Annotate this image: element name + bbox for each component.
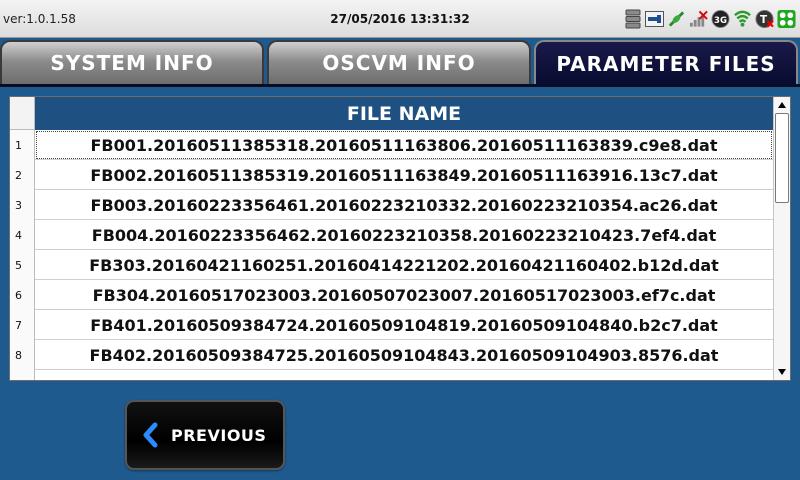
table-row-partial[interactable]: [10, 370, 773, 380]
file-table: FILE NAME 1 FB001.20160511385318.2016051…: [9, 96, 791, 381]
row-number: 2: [10, 160, 35, 190]
file-name-cell[interactable]: FB001.20160511385318.20160511163806.2016…: [35, 130, 773, 160]
table-row[interactable]: 7 FB401.20160509384724.20160509104819.20…: [10, 310, 773, 340]
chevron-left-icon: [143, 422, 158, 448]
file-name-cell[interactable]: FB303.20160421160251.20160414221202.2016…: [35, 250, 773, 280]
svg-text:3G: 3G: [714, 16, 727, 26]
status-icons: 3G T: [623, 7, 796, 31]
row-number: 5: [10, 250, 35, 280]
row-number: 7: [10, 310, 35, 340]
table-row[interactable]: 3 FB003.20160223356461.20160223210332.20…: [10, 190, 773, 220]
row-number: 6: [10, 280, 35, 310]
arrow-up-icon: [778, 102, 786, 108]
tab-parameter-files[interactable]: PARAMETER FILES: [534, 40, 798, 86]
column-header-label: FILE NAME: [346, 102, 462, 125]
signal-icon: [689, 8, 708, 30]
vertical-scrollbar[interactable]: [773, 97, 790, 380]
usb-icon: [645, 8, 664, 30]
file-name-cell[interactable]: [35, 370, 773, 380]
tab-label: OSCVM INFO: [322, 51, 476, 75]
table-header: FILE NAME: [10, 97, 773, 130]
file-name-cell[interactable]: FB003.20160223356461.20160223210332.2016…: [35, 190, 773, 220]
svg-text:T: T: [760, 14, 768, 26]
tab-label: SYSTEM INFO: [50, 51, 214, 75]
connection-icon: [667, 8, 686, 30]
table-row[interactable]: 2 FB002.20160511385319.20160511163849.20…: [10, 160, 773, 190]
scroll-thumb[interactable]: [775, 113, 789, 203]
table-body: 1 FB001.20160511385318.20160511163806.20…: [10, 130, 773, 380]
column-header-file-name[interactable]: FILE NAME: [35, 97, 773, 130]
table-row[interactable]: 6 FB304.20160517023003.20160507023007.20…: [10, 280, 773, 310]
network-icon: [777, 8, 796, 30]
row-number: 1: [10, 130, 35, 160]
wifi-icon: [733, 8, 752, 30]
tab-oscvm-info[interactable]: OSCVM INFO: [267, 40, 531, 84]
file-name-cell[interactable]: FB004.20160223356462.20160223210358.2016…: [35, 220, 773, 250]
previous-button[interactable]: PREVIOUS: [125, 400, 285, 470]
row-number: [10, 370, 35, 380]
row-number: 8: [10, 340, 35, 370]
scroll-up-button[interactable]: [775, 98, 789, 112]
previous-button-label: PREVIOUS: [171, 425, 267, 445]
tab-label: PARAMETER FILES: [556, 52, 776, 76]
table-corner: [10, 97, 35, 130]
file-name-cell[interactable]: FB402.20160509384725.20160509104843.2016…: [35, 340, 773, 370]
table-row[interactable]: 5 FB303.20160421160251.20160414221202.20…: [10, 250, 773, 280]
tab-bar: SYSTEM INFO OSCVM INFO PARAMETER FILES: [0, 40, 800, 86]
table-row[interactable]: 4 FB004.20160223356462.20160223210358.20…: [10, 220, 773, 250]
tab-underline: [0, 84, 800, 87]
file-name-cell[interactable]: FB304.20160517023003.20160507023007.2016…: [35, 280, 773, 310]
status-bar: ver:1.0.1.58 27/05/2016 13:31:32 3G T: [0, 0, 800, 38]
table-row[interactable]: 8 FB402.20160509384725.20160509104843.20…: [10, 340, 773, 370]
file-name-cell[interactable]: FB002.20160511385319.20160511163849.2016…: [35, 160, 773, 190]
tab-system-info[interactable]: SYSTEM INFO: [0, 40, 264, 84]
row-number: 3: [10, 190, 35, 220]
3g-icon: 3G: [711, 8, 730, 30]
scroll-down-button[interactable]: [775, 365, 789, 379]
row-number: 4: [10, 220, 35, 250]
table-row[interactable]: 1 FB001.20160511385318.20160511163806.20…: [10, 130, 773, 160]
storage-icon: [623, 8, 642, 30]
arrow-down-icon: [778, 369, 786, 375]
file-name-cell[interactable]: FB401.20160509384724.20160509104819.2016…: [35, 310, 773, 340]
tx-icon: T: [755, 8, 774, 30]
